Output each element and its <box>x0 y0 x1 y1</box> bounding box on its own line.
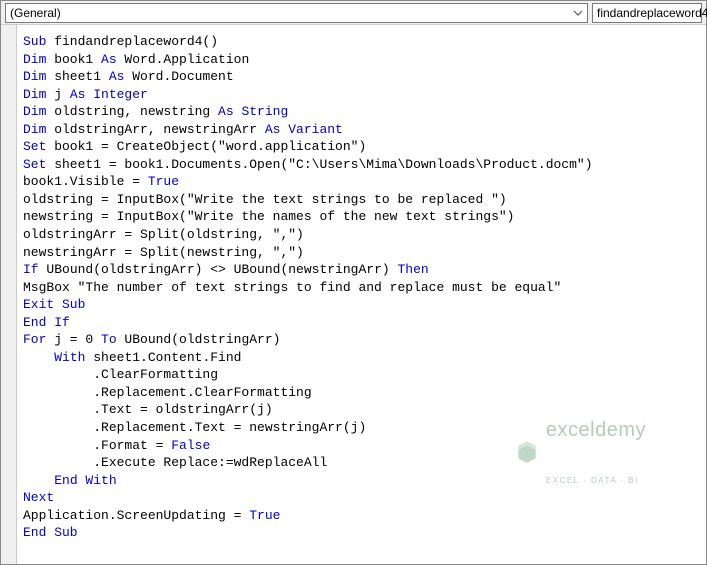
code-line: For j = 0 To UBound(oldstringArr) <box>23 331 700 349</box>
code-line: Dim sheet1 As Word.Document <box>23 68 700 86</box>
watermark-sub: EXCEL · DATA · BI <box>546 477 646 485</box>
code-line: Set sheet1 = book1.Documents.Open("C:\Us… <box>23 156 700 174</box>
code-line: Exit Sub <box>23 296 700 314</box>
code-area: Sub findandreplaceword4()Dim book1 As Wo… <box>1 25 706 564</box>
watermark: exceldemy EXCEL · DATA · BI <box>514 385 646 520</box>
chevron-down-icon <box>571 6 585 20</box>
code-line: .ClearFormatting <box>23 366 700 384</box>
scope-dropdown-value: (General) <box>10 6 61 20</box>
indicator-margin <box>1 25 17 564</box>
code-line: Sub findandreplaceword4() <box>23 33 700 51</box>
code-line: MsgBox "The number of text strings to fi… <box>23 279 700 297</box>
code-line: oldstringArr = Split(oldstring, ",") <box>23 226 700 244</box>
code-line: Dim book1 As Word.Application <box>23 51 700 69</box>
code-line: newstringArr = Split(newstring, ",") <box>23 244 700 262</box>
exceldemy-logo-icon <box>514 439 540 465</box>
code-line: With sheet1.Content.Find <box>23 349 700 367</box>
watermark-text-wrap: exceldemy EXCEL · DATA · BI <box>546 385 646 520</box>
code-line: Set book1 = CreateObject("word.applicati… <box>23 138 700 156</box>
code-line: Dim j As Integer <box>23 86 700 104</box>
procedure-dropdown[interactable]: findandreplaceword4 <box>592 3 702 23</box>
code-line: oldstring = InputBox("Write the text str… <box>23 191 700 209</box>
code-line: If UBound(oldstringArr) <> UBound(newstr… <box>23 261 700 279</box>
code-line: End If <box>23 314 700 332</box>
procedure-dropdown-value: findandreplaceword4 <box>597 6 707 20</box>
toolbar: (General) findandreplaceword4 <box>1 1 706 25</box>
code-editor[interactable]: Sub findandreplaceword4()Dim book1 As Wo… <box>17 25 706 564</box>
scope-dropdown[interactable]: (General) <box>5 3 588 23</box>
code-line: newstring = InputBox("Write the names of… <box>23 208 700 226</box>
code-line: book1.Visible = True <box>23 173 700 191</box>
code-line: Dim oldstring, newstring As String <box>23 103 700 121</box>
code-line: End Sub <box>23 524 700 542</box>
watermark-main: exceldemy <box>546 420 646 440</box>
code-line: Dim oldstringArr, newstringArr As Varian… <box>23 121 700 139</box>
